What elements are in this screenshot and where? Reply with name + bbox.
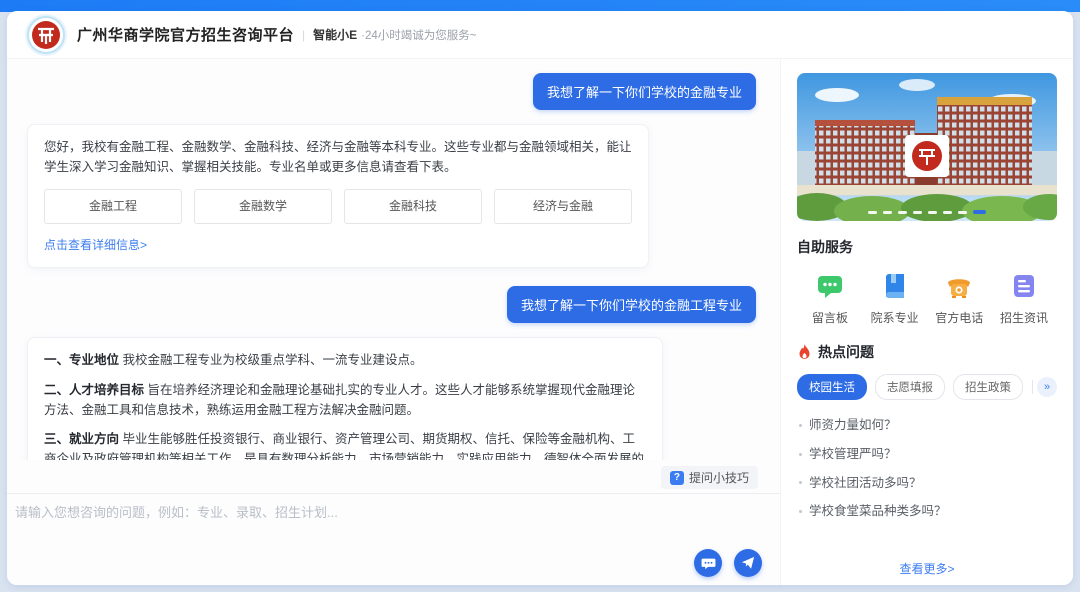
bullet-dot [799, 510, 802, 513]
services-title: 自助服务 [797, 237, 1057, 257]
user-message: 我想了解一下你们学校的金融专业 [533, 73, 756, 110]
question-tips-button[interactable]: ? 提问小技巧 [661, 466, 758, 489]
tips-row: ? 提问小技巧 [7, 460, 780, 493]
app-window: 广州华商学院官方招生咨询平台 | 智能小E ·24小时竭诚为您服务~ 我想了解一… [7, 11, 1073, 585]
carousel-dot[interactable] [958, 211, 967, 214]
more-tabs-button[interactable]: » [1037, 377, 1057, 397]
departments-icon [880, 271, 910, 301]
tips-label: 提问小技巧 [689, 469, 749, 486]
bot-message-text: 您好，我校有金融工程、金融数学、金融科技、经济与金融等本科专业。这些专业都与金融… [44, 137, 632, 178]
service-phone[interactable]: 官方电话 [930, 271, 988, 326]
service-row: 留言板 院系专业 [797, 271, 1057, 326]
admission-news-icon [1009, 271, 1039, 301]
major-button-financial-engineering[interactable]: 金融工程 [44, 189, 182, 224]
bullet-dot [799, 453, 802, 456]
bot-message-card: 一、专业地位 我校金融工程专业为校级重点学科、一流专业建设点。 二、人才培养目标… [27, 337, 663, 460]
input-zone [7, 493, 780, 585]
service-message-board[interactable]: 留言板 [801, 271, 859, 326]
message-list: 我想了解一下你们学校的金融专业 您好，我校有金融工程、金融数学、金融科技、经济与… [7, 59, 780, 460]
hot-question-item[interactable]: 学校社团活动多吗？ [797, 464, 1057, 493]
hot-questions-title: 热点问题 [797, 342, 1057, 362]
carousel-dot[interactable] [928, 211, 937, 214]
hot-question-item[interactable]: 师资力量如何？ [797, 406, 1057, 435]
hot-question-list: 师资力量如何？ 学校管理严吗？ 学校社团活动多吗？ 学校食堂菜品种类多吗？ [797, 406, 1057, 521]
message-board-icon [815, 271, 845, 301]
phone-icon [944, 271, 974, 301]
quick-chat-button[interactable] [694, 549, 722, 577]
tab-application[interactable]: 志愿填报 [875, 374, 945, 400]
major-button-financial-math[interactable]: 金融数学 [194, 189, 332, 224]
user-message: 我想了解一下你们学校的金融工程专业 [507, 286, 756, 323]
title-separator: | [302, 28, 305, 42]
major-button-economics-finance[interactable]: 经济与金融 [494, 189, 632, 224]
view-details-link[interactable]: 点击查看详细信息> [44, 236, 147, 255]
carousel-dot[interactable] [868, 211, 877, 214]
bot-message-card: 您好，我校有金融工程、金融数学、金融科技、经济与金融等本科专业。这些专业都与金融… [27, 124, 649, 268]
campus-photo [797, 73, 1057, 221]
major-button-fintech[interactable]: 金融科技 [344, 189, 482, 224]
carousel-dots[interactable] [868, 210, 986, 214]
bot-paragraph: 一、专业地位 我校金融工程专业为校级重点学科、一流专业建设点。 [44, 350, 646, 370]
header-tagline: ·24小时竭诚为您服务~ [361, 27, 476, 43]
bot-paragraph: 二、人才培养目标 旨在培养经济理论和金融理论基础扎实的专业人才。这些人才能够系统… [44, 380, 646, 421]
tabs-divider [1032, 380, 1033, 394]
major-button-row: 金融工程 金融数学 金融科技 经济与金融 [44, 189, 632, 224]
paper-plane-icon [741, 556, 755, 570]
question-mark-icon: ? [670, 471, 684, 485]
hot-question-tabs: 校园生活 志愿填报 招生政策 » [797, 374, 1057, 400]
bullet-dot [799, 481, 802, 484]
sidebar: 自助服务 留言板 院系专业 [781, 59, 1073, 585]
service-departments[interactable]: 院系专业 [866, 271, 924, 326]
hot-question-item[interactable]: 学校管理严吗？ [797, 435, 1057, 464]
bot-name: 智能小E [313, 26, 357, 43]
tab-campus-life[interactable]: 校园生活 [797, 374, 867, 400]
campus-photo-carousel[interactable] [797, 73, 1057, 221]
chat-input[interactable] [15, 502, 766, 546]
carousel-dot[interactable] [898, 211, 907, 214]
tab-policy[interactable]: 招生政策 [953, 374, 1023, 400]
service-admission-news[interactable]: 招生资讯 [995, 271, 1053, 326]
carousel-dot[interactable] [913, 211, 922, 214]
view-more-link[interactable]: 查看更多> [781, 560, 1073, 577]
send-button[interactable] [734, 549, 762, 577]
hot-question-item[interactable]: 学校食堂菜品种类多吗？ [797, 492, 1057, 521]
carousel-dot[interactable] [883, 211, 892, 214]
chat-panel: 我想了解一下你们学校的金融专业 您好，我校有金融工程、金融数学、金融科技、经济与… [7, 59, 781, 585]
bullet-dot [799, 424, 802, 427]
carousel-dot[interactable] [973, 210, 986, 214]
school-logo-icon [27, 16, 65, 54]
chat-bubble-icon [701, 556, 716, 571]
carousel-dot[interactable] [943, 211, 952, 214]
header: 广州华商学院官方招生咨询平台 | 智能小E ·24小时竭诚为您服务~ [7, 11, 1073, 59]
page-title: 广州华商学院官方招生咨询平台 [77, 24, 294, 45]
flame-icon [797, 344, 812, 360]
bot-paragraph: 三、就业方向 毕业生能够胜任投资银行、商业银行、资产管理公司、期货期权、信托、保… [44, 429, 646, 460]
